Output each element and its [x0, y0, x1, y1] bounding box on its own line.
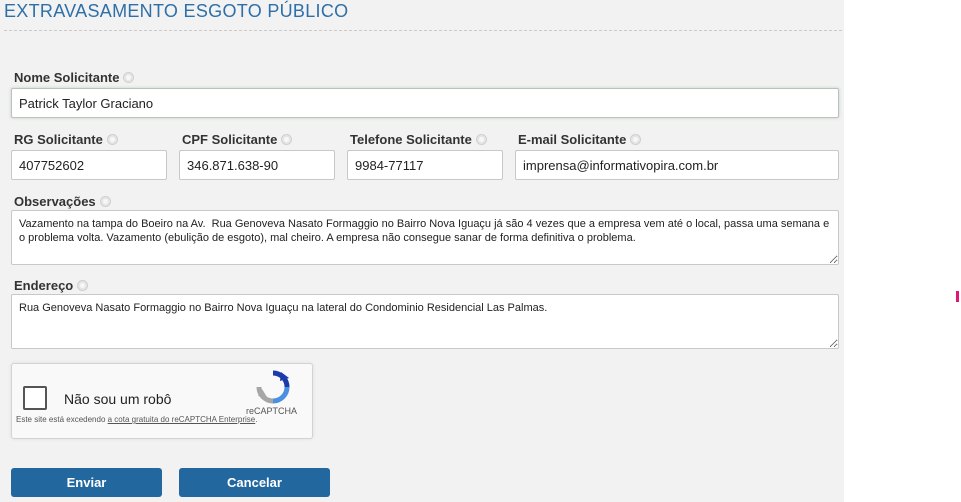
title-divider — [4, 30, 842, 31]
email-label-text: E-mail Solicitante — [518, 132, 627, 147]
telefone-input[interactable] — [347, 150, 503, 180]
help-icon[interactable] — [630, 134, 642, 145]
nome-label: Nome Solicitante — [14, 70, 135, 86]
cpf-input[interactable] — [179, 150, 335, 180]
recaptcha-checkbox-label: Não sou um robô — [64, 391, 172, 407]
telefone-label-text: Telefone Solicitante — [350, 132, 472, 147]
recaptcha-quota-note: Este site está excedendo a cota gratuita… — [16, 414, 257, 425]
endereco-label: Endereço — [14, 278, 89, 294]
nome-input[interactable] — [11, 88, 839, 118]
recaptcha-logo-icon — [256, 370, 290, 404]
endereco-textarea[interactable]: Rua Genoveva Nasato Formaggio no Bairro … — [11, 294, 839, 349]
rg-label: RG Solicitante — [14, 132, 118, 148]
cpf-label: CPF Solicitante — [182, 132, 293, 148]
submit-button[interactable]: Enviar — [11, 468, 162, 497]
email-input[interactable] — [515, 150, 839, 180]
telefone-label: Telefone Solicitante — [350, 132, 487, 148]
recaptcha-widget: Não sou um robô reCAPTCHA Este site está… — [11, 363, 313, 439]
help-icon[interactable] — [77, 280, 89, 291]
observacoes-label-text: Observações — [14, 194, 96, 209]
observacoes-textarea[interactable]: Vazamento na tampa do Boeiro na Av. Rua … — [11, 210, 839, 265]
rg-input[interactable] — [11, 150, 167, 180]
recaptcha-checkbox[interactable] — [23, 386, 47, 410]
recaptcha-note-suffix: . — [255, 415, 258, 424]
endereco-label-text: Endereço — [14, 278, 74, 293]
help-icon[interactable] — [106, 134, 118, 145]
form-panel: EXTRAVASAMENTO ESGOTO PÚBLICO Nome Solic… — [0, 0, 844, 502]
help-icon[interactable] — [281, 134, 293, 145]
edge-marker — [956, 291, 959, 302]
help-icon[interactable] — [475, 134, 487, 145]
recaptcha-quota-link[interactable]: a cota gratuita do reCAPTCHA Enterprise — [108, 415, 256, 424]
help-icon[interactable] — [123, 72, 135, 83]
page-title: EXTRAVASAMENTO ESGOTO PÚBLICO — [4, 1, 349, 21]
recaptcha-note-prefix: Este site está excedendo — [16, 415, 108, 424]
observacoes-label: Observações — [14, 194, 111, 210]
nome-label-text: Nome Solicitante — [14, 70, 120, 85]
cancel-button[interactable]: Cancelar — [179, 468, 330, 497]
email-label: E-mail Solicitante — [518, 132, 642, 148]
cpf-label-text: CPF Solicitante — [182, 132, 278, 147]
rg-label-text: RG Solicitante — [14, 132, 103, 147]
help-icon[interactable] — [99, 196, 111, 207]
